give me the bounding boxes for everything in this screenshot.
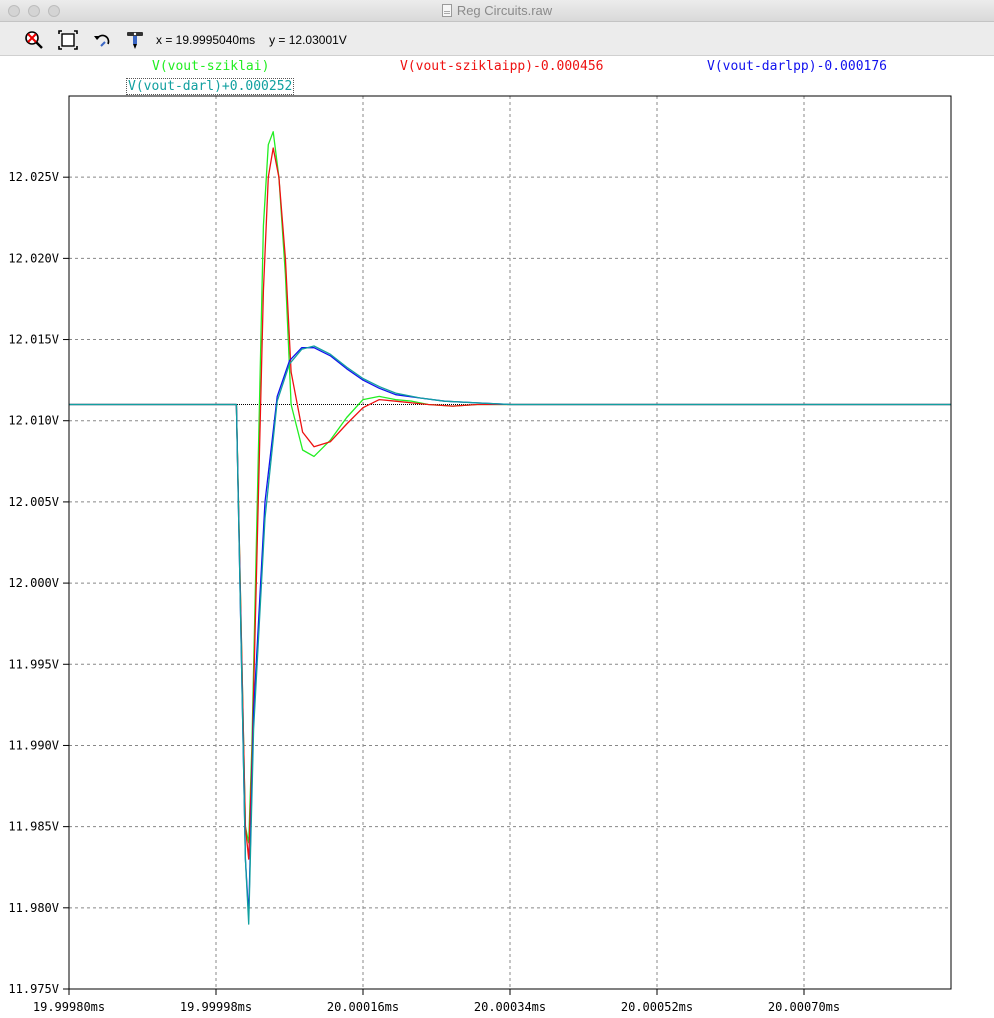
window-title-area: Reg Circuits.raw <box>0 3 994 18</box>
cursor-x-readout: x = 19.9995040ms <box>156 33 256 47</box>
y-tick-label: 12.025V <box>8 170 59 184</box>
x-tick-label: 20.00016ms <box>327 1000 399 1014</box>
probe-button[interactable] <box>125 30 145 50</box>
probe-icon <box>127 32 143 49</box>
toolbar: x = 19.9995040ms y = 12.03001V <box>0 22 994 56</box>
y-tick-label: 12.020V <box>8 251 59 265</box>
x-axis-ticks: 19.99980ms 19.99998ms 20.00016ms 20.00034ms… <box>33 989 840 1014</box>
waveform-plot[interactable]: 12.025V 12.020V 12.015V 12.010V 12.005V 12.00… <box>0 56 994 1018</box>
zoom-cancel-icon <box>25 31 43 49</box>
zoom-full-extents-icon <box>58 30 78 50</box>
zoom-cancel-button[interactable] <box>24 30 44 50</box>
zoom-full-extents-button[interactable] <box>58 30 78 50</box>
grid-lines <box>69 96 951 989</box>
undo-zoom-button[interactable] <box>92 30 112 50</box>
cursor-y-readout: y = 12.03001V <box>269 33 347 47</box>
undo-zoom-icon <box>94 34 110 47</box>
x-tick-label: 20.00034ms <box>474 1000 546 1014</box>
document-icon <box>441 4 452 17</box>
y-axis-ticks: 12.025V 12.020V 12.015V 12.010V 12.005V 12.00… <box>8 170 69 996</box>
y-tick-label: 11.975V <box>8 982 59 996</box>
y-tick-label: 12.015V <box>8 333 59 347</box>
y-tick-label: 12.010V <box>8 414 59 428</box>
x-tick-label: 20.00070ms <box>768 1000 840 1014</box>
y-tick-label: 11.995V <box>8 657 59 671</box>
y-tick-label: 12.000V <box>8 576 59 590</box>
x-tick-label: 19.99998ms <box>180 1000 252 1014</box>
y-tick-label: 11.985V <box>8 820 59 834</box>
x-tick-label: 19.99980ms <box>33 1000 105 1014</box>
cursor-readout: x = 19.9995040ms y = 12.03001V <box>156 33 361 47</box>
y-tick-label: 12.005V <box>8 495 59 509</box>
window-title: Reg Circuits.raw <box>456 3 553 18</box>
y-tick-label: 11.990V <box>8 738 59 752</box>
title-bar: Reg Circuits.raw <box>0 0 994 22</box>
y-tick-label: 11.980V <box>8 901 59 915</box>
x-tick-label: 20.00052ms <box>621 1000 693 1014</box>
